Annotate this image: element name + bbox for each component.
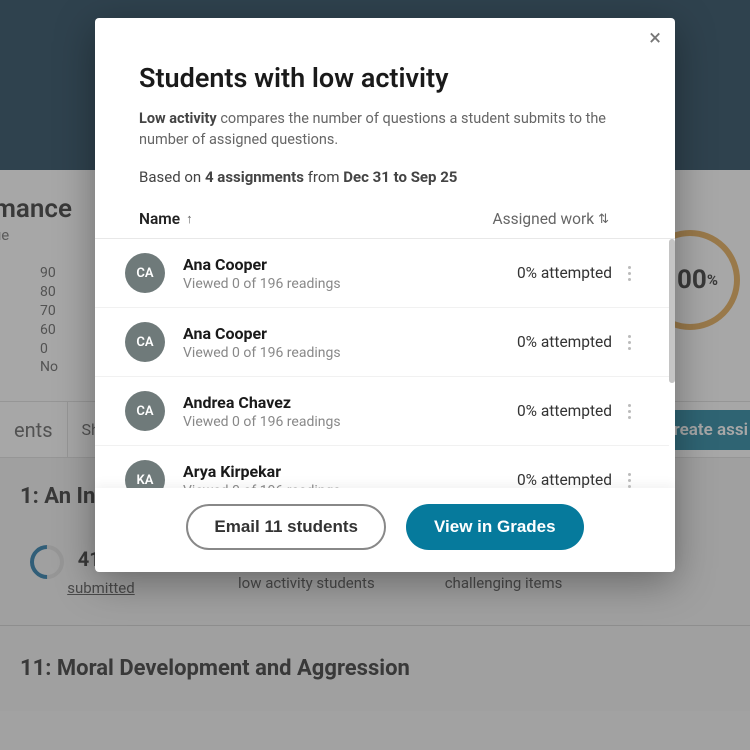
attempt-value: 0% attempted: [517, 333, 612, 351]
email-students-button[interactable]: Email 11 students: [186, 504, 386, 550]
student-info: Ana Cooper Viewed 0 of 196 readings: [183, 255, 517, 292]
avatar: CA: [125, 322, 165, 362]
column-name-label: Name: [139, 210, 180, 228]
student-name: Ana Cooper: [183, 255, 517, 274]
sort-both-icon: ⇅: [598, 212, 609, 227]
modal-title: Students with low activity: [139, 62, 631, 94]
attempt-value: 0% attempted: [517, 471, 612, 488]
kebab-icon[interactable]: [628, 473, 631, 488]
modal-based-on: Based on 4 assignments from Dec 31 to Se…: [139, 168, 631, 186]
view-in-grades-button[interactable]: View in Grades: [406, 504, 584, 550]
modal-desc-bold: Low activity: [139, 110, 217, 127]
column-name[interactable]: Name ↑: [139, 210, 493, 228]
table-row[interactable]: CA Ana Cooper Viewed 0 of 196 readings 0…: [95, 308, 669, 377]
student-sub: Viewed 0 of 196 readings: [183, 414, 517, 430]
sort-asc-icon: ↑: [186, 211, 193, 227]
student-name: Ana Cooper: [183, 324, 517, 343]
student-info: Arya Kirpekar Viewed 0 of 196 readings: [183, 462, 517, 488]
attempt-value: 0% attempted: [517, 402, 612, 420]
student-sub: Viewed 0 of 196 readings: [183, 345, 517, 361]
modal-description: Low activity compares the number of ques…: [139, 108, 631, 150]
modal-header: Students with low activity Low activity …: [95, 18, 675, 204]
student-sub: Viewed 0 of 196 readings: [183, 276, 517, 292]
student-name: Arya Kirpekar: [183, 462, 517, 481]
based-range: Dec 31 to Sep 25: [343, 168, 457, 186]
based-mid: from: [304, 168, 343, 186]
kebab-icon[interactable]: [628, 335, 631, 350]
column-assigned-work[interactable]: Assigned work ⇅: [493, 210, 609, 228]
student-list: CA Ana Cooper Viewed 0 of 196 readings 0…: [95, 239, 675, 488]
table-row[interactable]: CA Ana Cooper Viewed 0 of 196 readings 0…: [95, 239, 669, 308]
student-sub: Viewed 0 of 196 readings: [183, 483, 517, 488]
close-icon[interactable]: ×: [649, 28, 661, 50]
modal-footer: Email 11 students View in Grades: [95, 488, 675, 572]
avatar: CA: [125, 253, 165, 293]
table-row[interactable]: KA Arya Kirpekar Viewed 0 of 196 reading…: [95, 446, 669, 488]
avatar: CA: [125, 391, 165, 431]
based-assign: 4 assignments: [205, 168, 304, 186]
low-activity-modal: × Students with low activity Low activit…: [95, 18, 675, 572]
student-info: Ana Cooper Viewed 0 of 196 readings: [183, 324, 517, 361]
student-name: Andrea Chavez: [183, 393, 517, 412]
kebab-icon[interactable]: [628, 266, 631, 281]
kebab-icon[interactable]: [628, 404, 631, 419]
student-list-inner: CA Ana Cooper Viewed 0 of 196 readings 0…: [95, 239, 675, 488]
table-row[interactable]: CA Andrea Chavez Viewed 0 of 196 reading…: [95, 377, 669, 446]
avatar: KA: [125, 460, 165, 488]
table-header: Name ↑ Assigned work ⇅: [95, 204, 675, 239]
column-work-label: Assigned work: [493, 210, 595, 228]
based-pre: Based on: [139, 168, 205, 186]
attempt-value: 0% attempted: [517, 264, 612, 282]
student-info: Andrea Chavez Viewed 0 of 196 readings: [183, 393, 517, 430]
